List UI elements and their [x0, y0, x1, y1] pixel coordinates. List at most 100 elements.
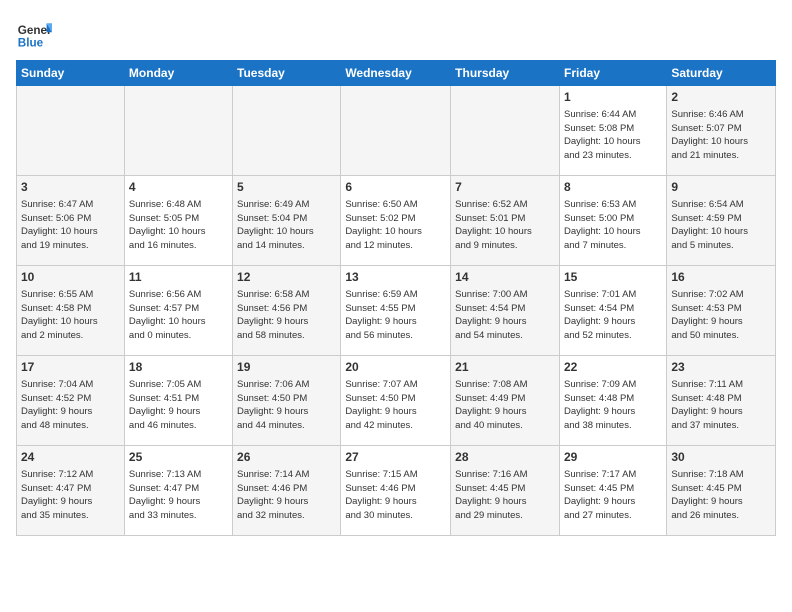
day-number: 15 — [564, 269, 662, 286]
calendar-day-cell: 16 Sunrise: 7:02 AM Sunset: 4:53 PM Dayli… — [667, 266, 776, 356]
day-number: 3 — [21, 179, 120, 196]
day-number: 17 — [21, 359, 120, 376]
calendar-day-cell: 28 Sunrise: 7:16 AM Sunset: 4:45 PM Dayli… — [451, 446, 560, 536]
calendar-day-cell: 15 Sunrise: 7:01 AM Sunset: 4:54 PM Dayli… — [559, 266, 666, 356]
day-number: 10 — [21, 269, 120, 286]
weekday-header-sunday: Sunday — [17, 61, 125, 86]
day-number: 16 — [671, 269, 771, 286]
day-number: 1 — [564, 89, 662, 106]
empty-cell — [341, 86, 451, 176]
empty-cell — [233, 86, 341, 176]
calendar-day-cell: 24 Sunrise: 7:12 AM Sunset: 4:47 PM Dayli… — [17, 446, 125, 536]
svg-text:Blue: Blue — [18, 37, 44, 50]
calendar-week-row: 17 Sunrise: 7:04 AM Sunset: 4:52 PM Dayli… — [17, 356, 776, 446]
day-info: Sunrise: 6:50 AM Sunset: 5:02 PM Dayligh… — [345, 198, 446, 253]
day-info: Sunrise: 6:49 AM Sunset: 5:04 PM Dayligh… — [237, 198, 336, 253]
day-info: Sunrise: 7:04 AM Sunset: 4:52 PM Dayligh… — [21, 378, 120, 433]
day-info: Sunrise: 7:11 AM Sunset: 4:48 PM Dayligh… — [671, 378, 771, 433]
calendar-day-cell: 7 Sunrise: 6:52 AM Sunset: 5:01 PM Daylig… — [451, 176, 560, 266]
calendar-week-row: 10Sunrise: 6:55 AM Sunset: 4:58 PM Dayli… — [17, 266, 776, 356]
day-number: 20 — [345, 359, 446, 376]
calendar-day-cell: 1 Sunrise: 6:44 AM Sunset: 5:08 PM Daylig… — [559, 86, 666, 176]
day-number: 30 — [671, 449, 771, 466]
day-info: Sunrise: 7:16 AM Sunset: 4:45 PM Dayligh… — [455, 468, 555, 523]
calendar-day-cell: 29 Sunrise: 7:17 AM Sunset: 4:45 PM Dayli… — [559, 446, 666, 536]
day-number: 24 — [21, 449, 120, 466]
calendar-week-row: 24 Sunrise: 7:12 AM Sunset: 4:47 PM Dayli… — [17, 446, 776, 536]
weekday-header-tuesday: Tuesday — [233, 61, 341, 86]
calendar-day-cell: 13Sunrise: 6:59 AM Sunset: 4:55 PM Dayli… — [341, 266, 451, 356]
day-info: Sunrise: 7:18 AM Sunset: 4:45 PM Dayligh… — [671, 468, 771, 523]
calendar-day-cell: 3Sunrise: 6:47 AM Sunset: 5:06 PM Daylig… — [17, 176, 125, 266]
day-number: 28 — [455, 449, 555, 466]
day-info: Sunrise: 7:15 AM Sunset: 4:46 PM Dayligh… — [345, 468, 446, 523]
calendar-day-cell: 4 Sunrise: 6:48 AM Sunset: 5:05 PM Daylig… — [124, 176, 232, 266]
day-number: 19 — [237, 359, 336, 376]
day-number: 5 — [237, 179, 336, 196]
calendar-day-cell: 20 Sunrise: 7:07 AM Sunset: 4:50 PM Dayli… — [341, 356, 451, 446]
calendar-day-cell: 18 Sunrise: 7:05 AM Sunset: 4:51 PM Dayli… — [124, 356, 232, 446]
calendar-day-cell: 26 Sunrise: 7:14 AM Sunset: 4:46 PM Dayli… — [233, 446, 341, 536]
weekday-header-wednesday: Wednesday — [341, 61, 451, 86]
calendar-day-cell: 23 Sunrise: 7:11 AM Sunset: 4:48 PM Dayli… — [667, 356, 776, 446]
day-number: 26 — [237, 449, 336, 466]
day-number: 22 — [564, 359, 662, 376]
day-number: 9 — [671, 179, 771, 196]
day-info: Sunrise: 6:44 AM Sunset: 5:08 PM Dayligh… — [564, 108, 662, 163]
logo: General Blue — [16, 16, 52, 52]
calendar-day-cell: 9 Sunrise: 6:54 AM Sunset: 4:59 PM Daylig… — [667, 176, 776, 266]
day-number: 29 — [564, 449, 662, 466]
calendar-day-cell: 19 Sunrise: 7:06 AM Sunset: 4:50 PM Dayli… — [233, 356, 341, 446]
day-info: Sunrise: 6:48 AM Sunset: 5:05 PM Dayligh… — [129, 198, 228, 253]
weekday-header-friday: Friday — [559, 61, 666, 86]
day-number: 21 — [455, 359, 555, 376]
day-info: Sunrise: 6:59 AM Sunset: 4:55 PM Dayligh… — [345, 288, 446, 343]
weekday-header-thursday: Thursday — [451, 61, 560, 86]
day-info: Sunrise: 7:08 AM Sunset: 4:49 PM Dayligh… — [455, 378, 555, 433]
day-number: 14 — [455, 269, 555, 286]
day-info: Sunrise: 7:12 AM Sunset: 4:47 PM Dayligh… — [21, 468, 120, 523]
day-number: 7 — [455, 179, 555, 196]
day-number: 18 — [129, 359, 228, 376]
day-info: Sunrise: 6:46 AM Sunset: 5:07 PM Dayligh… — [671, 108, 771, 163]
calendar-week-row: 3Sunrise: 6:47 AM Sunset: 5:06 PM Daylig… — [17, 176, 776, 266]
calendar-day-cell: 10Sunrise: 6:55 AM Sunset: 4:58 PM Dayli… — [17, 266, 125, 356]
calendar-day-cell: 25 Sunrise: 7:13 AM Sunset: 4:47 PM Dayli… — [124, 446, 232, 536]
day-number: 23 — [671, 359, 771, 376]
calendar-day-cell: 12 Sunrise: 6:58 AM Sunset: 4:56 PM Dayli… — [233, 266, 341, 356]
page-header: General Blue — [16, 16, 776, 52]
calendar-day-cell: 17 Sunrise: 7:04 AM Sunset: 4:52 PM Dayli… — [17, 356, 125, 446]
day-number: 25 — [129, 449, 228, 466]
day-info: Sunrise: 7:17 AM Sunset: 4:45 PM Dayligh… — [564, 468, 662, 523]
day-info: Sunrise: 7:07 AM Sunset: 4:50 PM Dayligh… — [345, 378, 446, 433]
day-number: 4 — [129, 179, 228, 196]
day-info: Sunrise: 6:58 AM Sunset: 4:56 PM Dayligh… — [237, 288, 336, 343]
day-info: Sunrise: 7:05 AM Sunset: 4:51 PM Dayligh… — [129, 378, 228, 433]
day-number: 12 — [237, 269, 336, 286]
weekday-header-monday: Monday — [124, 61, 232, 86]
calendar-day-cell: 2Sunrise: 6:46 AM Sunset: 5:07 PM Daylig… — [667, 86, 776, 176]
day-info: Sunrise: 6:52 AM Sunset: 5:01 PM Dayligh… — [455, 198, 555, 253]
day-info: Sunrise: 7:02 AM Sunset: 4:53 PM Dayligh… — [671, 288, 771, 343]
day-number: 27 — [345, 449, 446, 466]
calendar-day-cell: 14Sunrise: 7:00 AM Sunset: 4:54 PM Dayli… — [451, 266, 560, 356]
day-info: Sunrise: 7:13 AM Sunset: 4:47 PM Dayligh… — [129, 468, 228, 523]
empty-cell — [124, 86, 232, 176]
empty-cell — [17, 86, 125, 176]
day-info: Sunrise: 7:09 AM Sunset: 4:48 PM Dayligh… — [564, 378, 662, 433]
calendar-day-cell: 5 Sunrise: 6:49 AM Sunset: 5:04 PM Daylig… — [233, 176, 341, 266]
day-info: Sunrise: 7:14 AM Sunset: 4:46 PM Dayligh… — [237, 468, 336, 523]
day-info: Sunrise: 7:01 AM Sunset: 4:54 PM Dayligh… — [564, 288, 662, 343]
calendar-day-cell: 11Sunrise: 6:56 AM Sunset: 4:57 PM Dayli… — [124, 266, 232, 356]
calendar-header-row: SundayMondayTuesdayWednesdayThursdayFrid… — [17, 61, 776, 86]
calendar-day-cell: 27 Sunrise: 7:15 AM Sunset: 4:46 PM Dayli… — [341, 446, 451, 536]
calendar-day-cell: 8Sunrise: 6:53 AM Sunset: 5:00 PM Daylig… — [559, 176, 666, 266]
day-number: 8 — [564, 179, 662, 196]
weekday-header-saturday: Saturday — [667, 61, 776, 86]
empty-cell — [451, 86, 560, 176]
day-info: Sunrise: 7:06 AM Sunset: 4:50 PM Dayligh… — [237, 378, 336, 433]
day-info: Sunrise: 6:54 AM Sunset: 4:59 PM Dayligh… — [671, 198, 771, 253]
calendar-day-cell: 21 Sunrise: 7:08 AM Sunset: 4:49 PM Dayli… — [451, 356, 560, 446]
calendar-day-cell: 6Sunrise: 6:50 AM Sunset: 5:02 PM Daylig… — [341, 176, 451, 266]
day-info: Sunrise: 6:56 AM Sunset: 4:57 PM Dayligh… — [129, 288, 228, 343]
